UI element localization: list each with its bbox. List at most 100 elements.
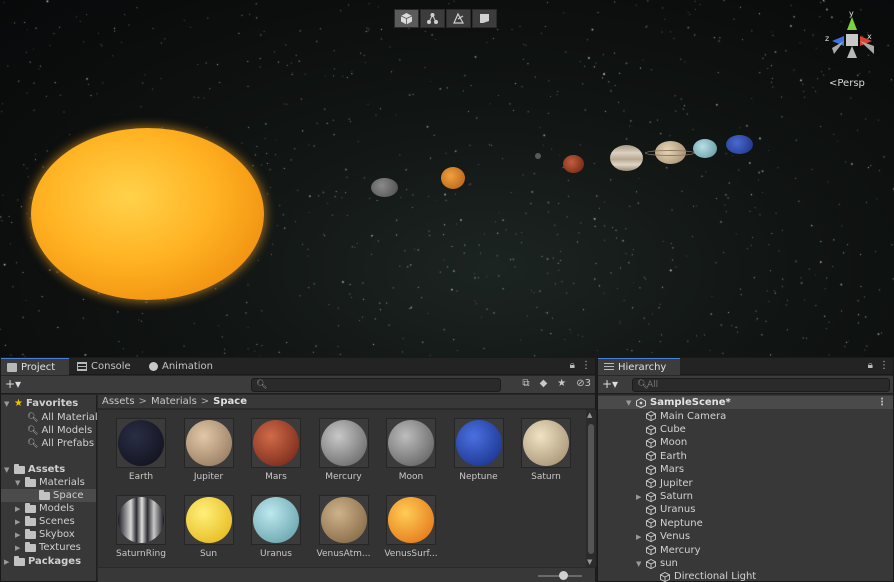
scroll-down-icon[interactable]: ▼ [587, 558, 592, 566]
tab-hierarchy[interactable]: Hierarchy [598, 358, 680, 375]
lock-icon[interactable]: 🔒︎ [868, 360, 873, 371]
scene-tool-strip [394, 9, 497, 28]
breadcrumb-space[interactable]: Space [213, 396, 247, 407]
mercury-sphere[interactable] [371, 178, 398, 197]
hierarchy-search-input[interactable] [647, 379, 885, 391]
orientation-gizmo[interactable]: y z x [822, 8, 882, 78]
asset-grid-scrollbar[interactable]: ▲ ▼ [586, 410, 596, 567]
collapsed-arrow-icon[interactable]: ▶ [15, 518, 22, 526]
gameobject-cube-icon [646, 411, 656, 422]
favorite-star-icon[interactable]: ★ [557, 378, 566, 389]
projection-toggle[interactable]: <Persp [829, 78, 865, 89]
hierarchy-item[interactable]: ▼ sun [598, 557, 893, 570]
tree-models[interactable]: ▶ Models [15, 502, 74, 515]
mars-sphere[interactable] [563, 155, 584, 173]
create-asset-button[interactable]: +▾ [5, 377, 21, 391]
collapsed-arrow-icon[interactable]: ▶ [15, 544, 22, 552]
scene-view[interactable]: y z x <Persp [0, 0, 894, 357]
material-asset[interactable]: Mars [243, 418, 303, 488]
material-name: Jupiter [193, 472, 224, 482]
collapsed-arrow-icon[interactable]: ▶ [15, 531, 22, 539]
breadcrumb-assets[interactable]: Assets [102, 396, 135, 407]
hierarchy-item[interactable]: ▶ Saturn [598, 490, 893, 503]
material-asset[interactable]: Mercury [311, 418, 371, 488]
scrollbar-thumb[interactable] [588, 424, 594, 554]
expand-arrow-icon[interactable]: ▼ [636, 560, 646, 568]
neptune-sphere[interactable] [726, 135, 753, 154]
hierarchy-item[interactable]: Moon [598, 436, 893, 449]
hierarchy-item[interactable]: Directional Light [598, 570, 893, 582]
tree-assets-label: Assets [28, 464, 66, 475]
breadcrumb: Assets > Materials > Space [98, 395, 595, 409]
tree-favorite-all-prefabs[interactable]: 🔍︎ All Prefabs [27, 437, 94, 450]
hierarchy-item[interactable]: Mercury [598, 544, 893, 557]
draw-mode-button[interactable] [446, 9, 471, 28]
uranus-sphere[interactable] [693, 139, 717, 158]
material-asset[interactable]: Uranus [243, 495, 303, 565]
thumbnail-size-slider[interactable] [538, 571, 582, 580]
material-asset[interactable]: SaturnRing [108, 495, 168, 565]
hierarchy-item[interactable]: Neptune [598, 517, 893, 530]
more-options-icon[interactable]: ⋮ [879, 360, 889, 371]
lock-icon[interactable]: 🔒︎ [570, 360, 575, 371]
project-search-input[interactable] [266, 379, 496, 391]
tree-textures[interactable]: ▶ Textures [15, 541, 81, 554]
tree-assets[interactable]: ▼ Assets [4, 463, 65, 476]
scene-more-options-icon[interactable]: ⋮ [877, 397, 887, 408]
move-snap-button[interactable] [420, 9, 445, 28]
material-asset[interactable]: Saturn [513, 418, 573, 488]
collapsed-arrow-icon[interactable]: ▶ [636, 493, 646, 501]
hierarchy-item[interactable]: Cube [598, 423, 893, 436]
tab-project[interactable]: Project [1, 358, 69, 375]
material-asset[interactable]: VenusAtm... [311, 495, 371, 565]
expand-arrow-icon[interactable]: ▼ [15, 479, 22, 487]
hierarchy-item[interactable]: Earth [598, 450, 893, 463]
venus-sphere[interactable] [441, 167, 465, 189]
collapsed-arrow-icon[interactable]: ▶ [15, 505, 22, 513]
tree-space[interactable]: Space [1, 489, 96, 502]
folder-icon [25, 515, 36, 526]
collapsed-arrow-icon[interactable]: ▶ [636, 533, 646, 541]
material-asset[interactable]: Earth [108, 418, 168, 488]
tree-skybox[interactable]: ▶ Skybox [15, 528, 75, 541]
tab-console[interactable]: Console [71, 358, 137, 375]
scene-row[interactable]: ▼ SampleScene* ⋮ [598, 396, 893, 410]
hierarchy-item[interactable]: ▶ Venus [598, 530, 893, 543]
jupiter-sphere[interactable] [610, 145, 643, 171]
tab-animation[interactable]: Animation [143, 358, 219, 375]
slider-knob[interactable] [559, 571, 568, 580]
filter-by-type-icon[interactable]: ⧉ [522, 378, 529, 389]
filter-by-label-icon[interactable]: ◆ [540, 378, 548, 389]
hierarchy-item[interactable]: Main Camera [598, 410, 893, 423]
more-options-icon[interactable]: ⋮ [581, 360, 591, 371]
material-asset[interactable]: VenusSurf... [378, 495, 438, 565]
expand-arrow-icon[interactable]: ▼ [4, 400, 11, 408]
tree-scenes[interactable]: ▶ Scenes [15, 515, 75, 528]
sun-sphere[interactable] [31, 128, 264, 300]
material-name: Mercury [325, 472, 362, 482]
hierarchy-item[interactable]: Jupiter [598, 477, 893, 490]
scroll-up-icon[interactable]: ▲ [587, 411, 592, 419]
expand-arrow-icon[interactable]: ▼ [626, 399, 636, 407]
expand-arrow-icon[interactable]: ▼ [4, 466, 11, 474]
tree-materials[interactable]: ▼ Materials [15, 476, 85, 489]
hierarchy-item[interactable]: Uranus [598, 503, 893, 516]
material-asset[interactable]: Sun [176, 495, 236, 565]
create-object-button[interactable]: +▾ [602, 377, 618, 391]
hierarchy-item[interactable]: Mars [598, 463, 893, 476]
material-asset[interactable]: Moon [378, 418, 438, 488]
moon-sphere[interactable] [535, 153, 541, 159]
breadcrumb-materials[interactable]: Materials [151, 396, 197, 407]
tree-packages[interactable]: ▶ Packages [4, 555, 81, 568]
scene-flag-button[interactable] [472, 9, 497, 28]
gameobject-cube-icon [646, 464, 656, 475]
material-asset[interactable]: Jupiter [176, 418, 236, 488]
hidden-packages-toggle[interactable]: ⊘3 [576, 378, 591, 389]
shaded-view-button[interactable] [394, 9, 419, 28]
tree-favorite-all-materials[interactable]: 🔍︎ All Materials [27, 411, 103, 424]
tree-favorite-all-models[interactable]: 🔍︎ All Models [27, 424, 92, 437]
collapsed-arrow-icon[interactable]: ▶ [4, 558, 11, 566]
tree-favorites[interactable]: ▼ ★ Favorites [4, 397, 78, 410]
material-asset[interactable]: Neptune [446, 418, 506, 488]
material-name: Saturn [531, 472, 561, 482]
